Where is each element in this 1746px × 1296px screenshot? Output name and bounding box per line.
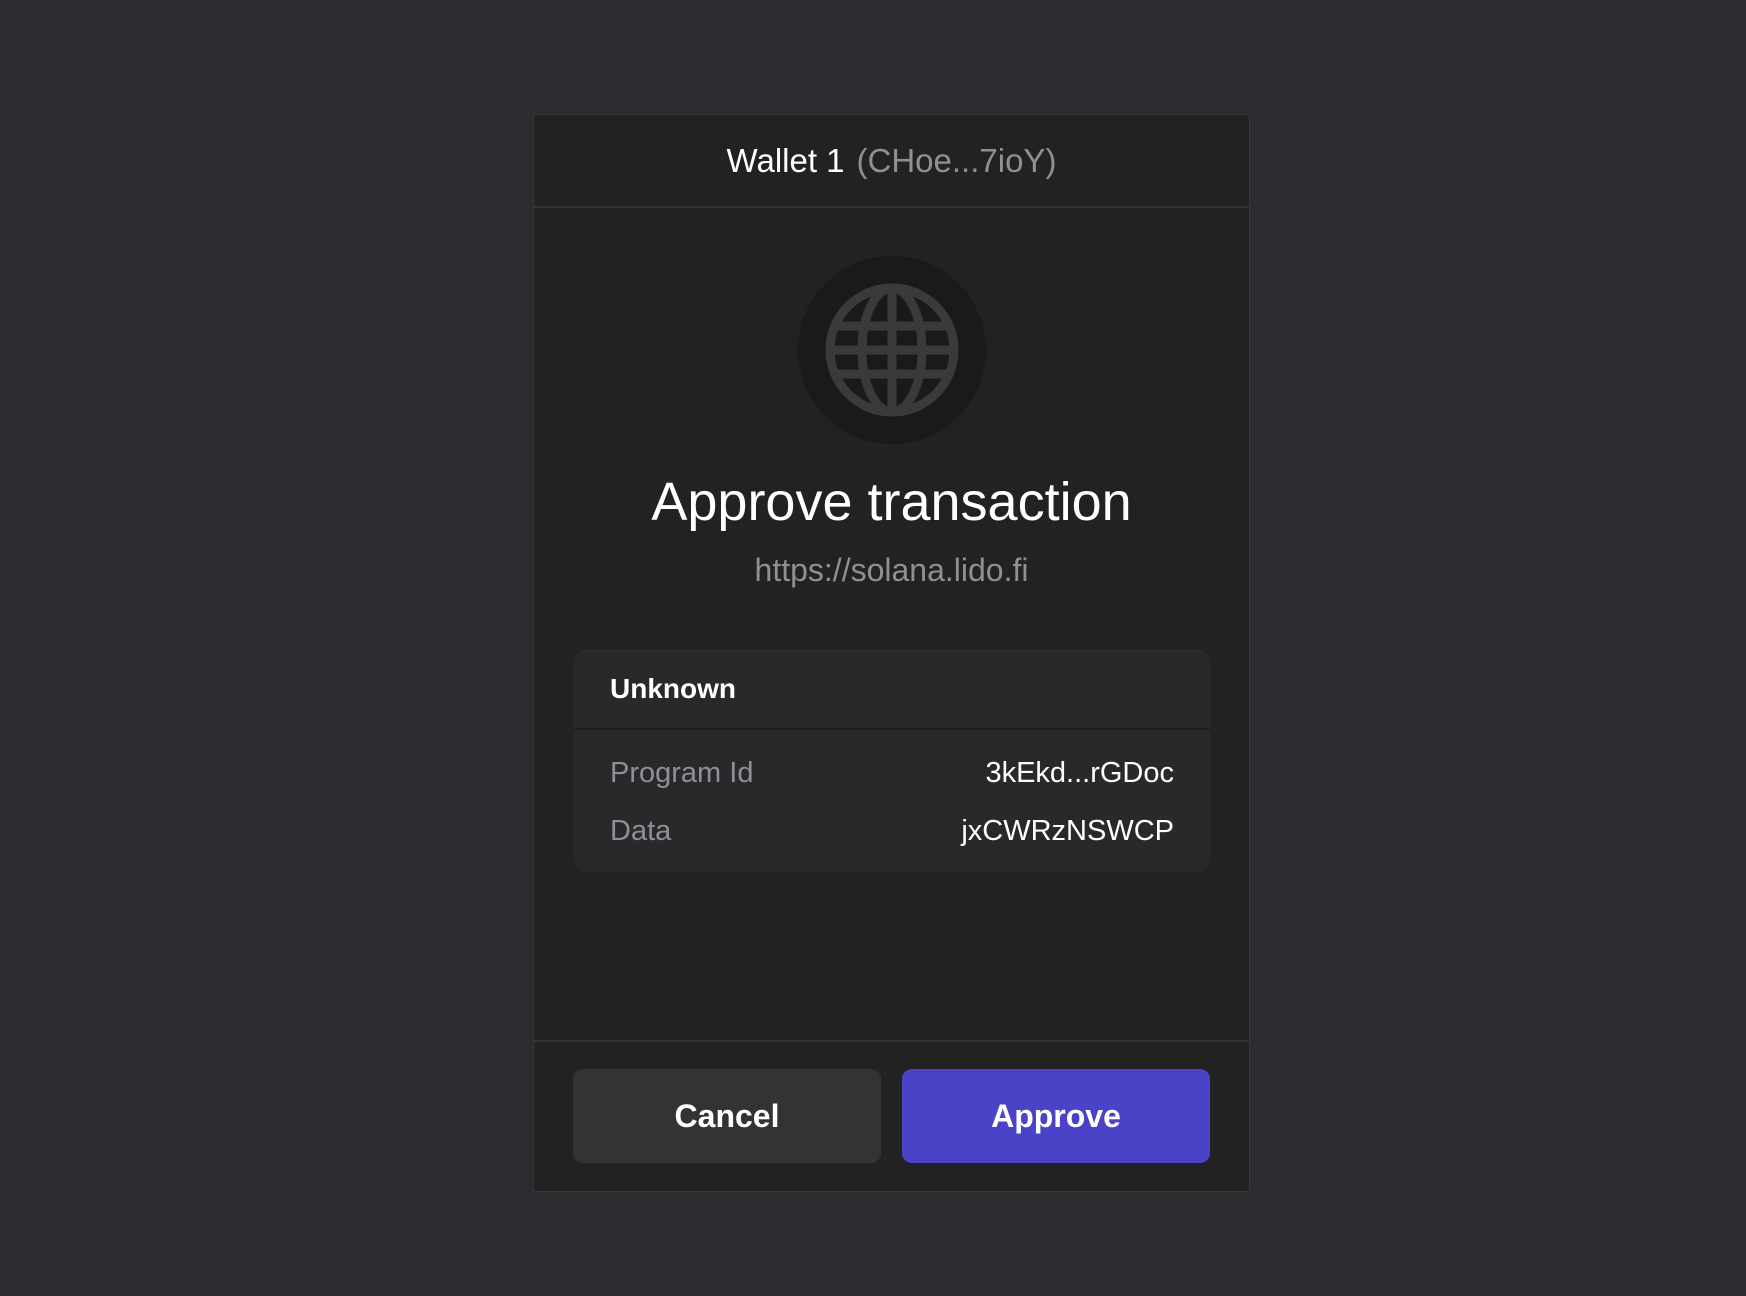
approval-dialog: Wallet 1 (CHoe...7ioY) Approve transacti… [533,114,1250,1192]
detail-value[interactable]: jxCWRzNSWCP [961,815,1174,848]
detail-label: Data [610,814,672,847]
site-origin: https://solana.lido.fi [754,552,1029,588]
page-title: Approve transaction [651,472,1132,532]
cancel-button[interactable]: Cancel [573,1069,881,1163]
wallet-address: (CHoe...7ioY) [856,141,1057,179]
detail-label: Program Id [610,756,754,789]
instruction-card: Unknown Program Id 3kEkd...rGDoc Data jx… [574,649,1210,872]
globe-icon [825,283,959,417]
wallet-header[interactable]: Wallet 1 (CHoe...7ioY) [534,115,1249,208]
detail-row-program-id: Program Id 3kEkd...rGDoc [574,744,1210,802]
wallet-name: Wallet 1 [726,141,845,179]
detail-row-data: Data jxCWRzNSWCP [574,802,1210,860]
instruction-details: Program Id 3kEkd...rGDoc Data jxCWRzNSWC… [574,730,1210,860]
detail-value[interactable]: 3kEkd...rGDoc [985,757,1174,790]
instruction-name: Unknown [574,649,1210,730]
approve-button[interactable]: Approve [902,1069,1210,1163]
site-icon [798,256,986,444]
